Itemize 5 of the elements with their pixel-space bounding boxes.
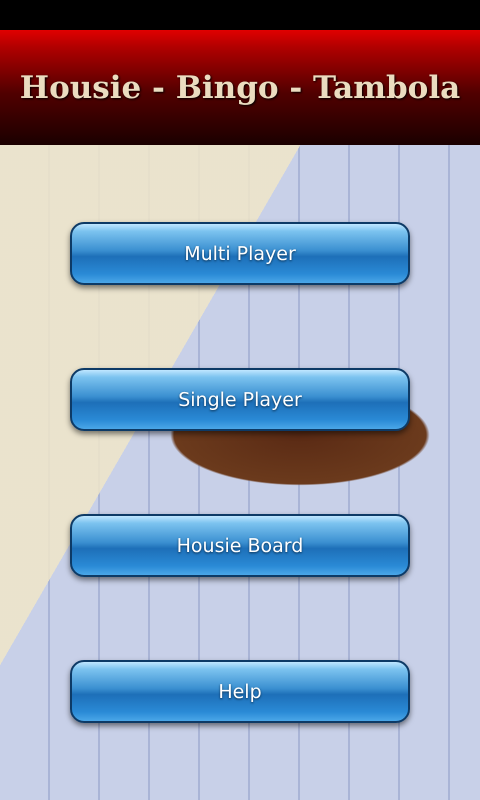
menu-button[interactable]: Multi Player xyxy=(70,222,410,285)
menu-button[interactable]: Help xyxy=(70,660,410,723)
app-title: Housie - Bingo - Tambola xyxy=(20,70,460,106)
menu-button[interactable]: Single Player xyxy=(70,368,410,431)
menu-button[interactable]: Housie Board xyxy=(70,514,410,577)
